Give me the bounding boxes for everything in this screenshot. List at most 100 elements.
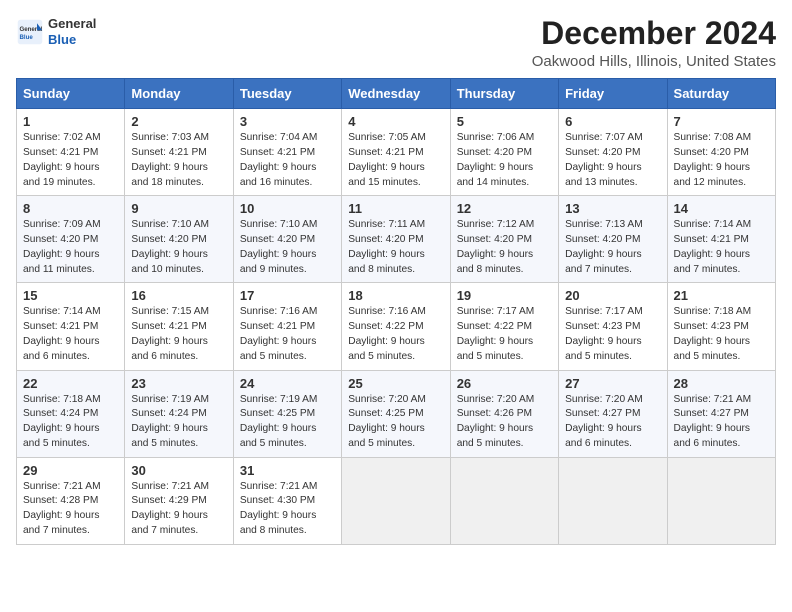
day-info: Sunrise: 7:04 AM Sunset: 4:21 PM Dayligh…	[240, 131, 335, 190]
calendar-day-cell	[450, 457, 558, 544]
day-info: Sunrise: 7:15 AM Sunset: 4:21 PM Dayligh…	[131, 305, 226, 364]
calendar-week-row: 29 Sunrise: 7:21 AM Sunset: 4:28 PM Dayl…	[17, 457, 776, 544]
logo-icon: General Blue	[16, 18, 44, 46]
day-number: 16	[131, 288, 226, 303]
calendar-day-cell: 26 Sunrise: 7:20 AM Sunset: 4:26 PM Dayl…	[450, 370, 558, 457]
logo: General Blue General Blue	[16, 16, 96, 47]
day-info: Sunrise: 7:14 AM Sunset: 4:21 PM Dayligh…	[23, 305, 118, 364]
day-number: 14	[674, 201, 769, 216]
day-info: Sunrise: 7:21 AM Sunset: 4:30 PM Dayligh…	[240, 480, 335, 539]
day-number: 18	[348, 288, 443, 303]
day-info: Sunrise: 7:11 AM Sunset: 4:20 PM Dayligh…	[348, 218, 443, 277]
day-number: 23	[131, 376, 226, 391]
calendar-day-cell: 20 Sunrise: 7:17 AM Sunset: 4:23 PM Dayl…	[559, 283, 667, 370]
calendar-week-row: 22 Sunrise: 7:18 AM Sunset: 4:24 PM Dayl…	[17, 370, 776, 457]
day-number: 29	[23, 463, 118, 478]
day-info: Sunrise: 7:21 AM Sunset: 4:29 PM Dayligh…	[131, 480, 226, 539]
calendar-day-header: Sunday	[17, 79, 125, 109]
day-number: 20	[565, 288, 660, 303]
day-number: 22	[23, 376, 118, 391]
calendar-day-cell: 15 Sunrise: 7:14 AM Sunset: 4:21 PM Dayl…	[17, 283, 125, 370]
day-info: Sunrise: 7:07 AM Sunset: 4:20 PM Dayligh…	[565, 131, 660, 190]
calendar-day-cell: 1 Sunrise: 7:02 AM Sunset: 4:21 PM Dayli…	[17, 109, 125, 196]
logo-text: General Blue	[48, 16, 96, 47]
day-info: Sunrise: 7:21 AM Sunset: 4:28 PM Dayligh…	[23, 480, 118, 539]
calendar-day-header: Saturday	[667, 79, 775, 109]
day-info: Sunrise: 7:21 AM Sunset: 4:27 PM Dayligh…	[674, 393, 769, 452]
calendar-day-cell: 3 Sunrise: 7:04 AM Sunset: 4:21 PM Dayli…	[233, 109, 341, 196]
calendar-day-cell: 30 Sunrise: 7:21 AM Sunset: 4:29 PM Dayl…	[125, 457, 233, 544]
calendar-day-header: Tuesday	[233, 79, 341, 109]
calendar-day-cell: 12 Sunrise: 7:12 AM Sunset: 4:20 PM Dayl…	[450, 196, 558, 283]
day-info: Sunrise: 7:13 AM Sunset: 4:20 PM Dayligh…	[565, 218, 660, 277]
page-title: December 2024	[532, 16, 776, 51]
calendar-day-cell: 11 Sunrise: 7:11 AM Sunset: 4:20 PM Dayl…	[342, 196, 450, 283]
day-number: 4	[348, 114, 443, 129]
day-info: Sunrise: 7:17 AM Sunset: 4:23 PM Dayligh…	[565, 305, 660, 364]
day-info: Sunrise: 7:16 AM Sunset: 4:22 PM Dayligh…	[348, 305, 443, 364]
day-number: 28	[674, 376, 769, 391]
calendar-body: 1 Sunrise: 7:02 AM Sunset: 4:21 PM Dayli…	[17, 109, 776, 545]
day-number: 17	[240, 288, 335, 303]
day-number: 11	[348, 201, 443, 216]
calendar-header-row: SundayMondayTuesdayWednesdayThursdayFrid…	[17, 79, 776, 109]
day-number: 3	[240, 114, 335, 129]
calendar-day-cell: 10 Sunrise: 7:10 AM Sunset: 4:20 PM Dayl…	[233, 196, 341, 283]
day-info: Sunrise: 7:18 AM Sunset: 4:23 PM Dayligh…	[674, 305, 769, 364]
day-info: Sunrise: 7:14 AM Sunset: 4:21 PM Dayligh…	[674, 218, 769, 277]
calendar-day-cell: 13 Sunrise: 7:13 AM Sunset: 4:20 PM Dayl…	[559, 196, 667, 283]
calendar-day-header: Thursday	[450, 79, 558, 109]
calendar-day-cell: 18 Sunrise: 7:16 AM Sunset: 4:22 PM Dayl…	[342, 283, 450, 370]
calendar-day-cell: 19 Sunrise: 7:17 AM Sunset: 4:22 PM Dayl…	[450, 283, 558, 370]
day-number: 27	[565, 376, 660, 391]
svg-text:Blue: Blue	[20, 34, 34, 41]
day-number: 9	[131, 201, 226, 216]
title-block: December 2024 Oakwood Hills, Illinois, U…	[532, 16, 776, 70]
day-number: 5	[457, 114, 552, 129]
calendar-header: SundayMondayTuesdayWednesdayThursdayFrid…	[17, 79, 776, 109]
day-info: Sunrise: 7:17 AM Sunset: 4:22 PM Dayligh…	[457, 305, 552, 364]
day-number: 1	[23, 114, 118, 129]
calendar-day-header: Monday	[125, 79, 233, 109]
calendar-day-cell: 7 Sunrise: 7:08 AM Sunset: 4:20 PM Dayli…	[667, 109, 775, 196]
calendar-week-row: 15 Sunrise: 7:14 AM Sunset: 4:21 PM Dayl…	[17, 283, 776, 370]
day-info: Sunrise: 7:02 AM Sunset: 4:21 PM Dayligh…	[23, 131, 118, 190]
day-number: 2	[131, 114, 226, 129]
day-number: 6	[565, 114, 660, 129]
calendar-day-cell: 4 Sunrise: 7:05 AM Sunset: 4:21 PM Dayli…	[342, 109, 450, 196]
page-header: General Blue General Blue December 2024 …	[16, 16, 776, 70]
day-info: Sunrise: 7:20 AM Sunset: 4:25 PM Dayligh…	[348, 393, 443, 452]
calendar-day-cell: 17 Sunrise: 7:16 AM Sunset: 4:21 PM Dayl…	[233, 283, 341, 370]
calendar-day-cell: 21 Sunrise: 7:18 AM Sunset: 4:23 PM Dayl…	[667, 283, 775, 370]
day-number: 10	[240, 201, 335, 216]
day-info: Sunrise: 7:09 AM Sunset: 4:20 PM Dayligh…	[23, 218, 118, 277]
page-subtitle: Oakwood Hills, Illinois, United States	[532, 53, 776, 70]
day-number: 26	[457, 376, 552, 391]
day-info: Sunrise: 7:16 AM Sunset: 4:21 PM Dayligh…	[240, 305, 335, 364]
day-info: Sunrise: 7:10 AM Sunset: 4:20 PM Dayligh…	[131, 218, 226, 277]
calendar-day-cell: 22 Sunrise: 7:18 AM Sunset: 4:24 PM Dayl…	[17, 370, 125, 457]
calendar-day-cell: 16 Sunrise: 7:15 AM Sunset: 4:21 PM Dayl…	[125, 283, 233, 370]
logo-general: General	[48, 16, 96, 32]
day-info: Sunrise: 7:08 AM Sunset: 4:20 PM Dayligh…	[674, 131, 769, 190]
calendar-day-cell: 14 Sunrise: 7:14 AM Sunset: 4:21 PM Dayl…	[667, 196, 775, 283]
day-info: Sunrise: 7:19 AM Sunset: 4:25 PM Dayligh…	[240, 393, 335, 452]
day-number: 25	[348, 376, 443, 391]
calendar-day-cell: 29 Sunrise: 7:21 AM Sunset: 4:28 PM Dayl…	[17, 457, 125, 544]
calendar-week-row: 1 Sunrise: 7:02 AM Sunset: 4:21 PM Dayli…	[17, 109, 776, 196]
day-info: Sunrise: 7:03 AM Sunset: 4:21 PM Dayligh…	[131, 131, 226, 190]
calendar-day-cell: 9 Sunrise: 7:10 AM Sunset: 4:20 PM Dayli…	[125, 196, 233, 283]
day-number: 12	[457, 201, 552, 216]
calendar-day-cell: 27 Sunrise: 7:20 AM Sunset: 4:27 PM Dayl…	[559, 370, 667, 457]
calendar-day-cell: 6 Sunrise: 7:07 AM Sunset: 4:20 PM Dayli…	[559, 109, 667, 196]
calendar-day-cell: 23 Sunrise: 7:19 AM Sunset: 4:24 PM Dayl…	[125, 370, 233, 457]
day-number: 31	[240, 463, 335, 478]
day-info: Sunrise: 7:20 AM Sunset: 4:27 PM Dayligh…	[565, 393, 660, 452]
calendar-day-cell	[559, 457, 667, 544]
day-number: 7	[674, 114, 769, 129]
day-number: 19	[457, 288, 552, 303]
calendar-day-cell: 25 Sunrise: 7:20 AM Sunset: 4:25 PM Dayl…	[342, 370, 450, 457]
day-number: 15	[23, 288, 118, 303]
day-info: Sunrise: 7:18 AM Sunset: 4:24 PM Dayligh…	[23, 393, 118, 452]
day-number: 24	[240, 376, 335, 391]
